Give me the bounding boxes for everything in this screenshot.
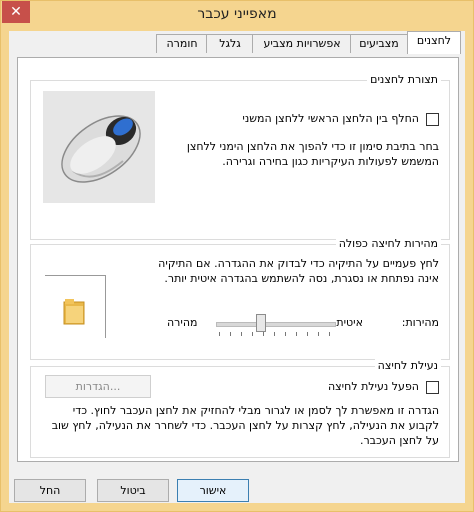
switch-buttons-label: החלף בין הלחצן הראשי ללחצן המשני [242, 112, 419, 125]
slider-tick [252, 332, 253, 336]
apply-button[interactable]: החל [14, 479, 86, 502]
buttons-tab-pane: תצורת לחצנים החלף בין הלחצן הראשי ללחצן … [17, 57, 459, 462]
group-title-clicklock: נעילת לחיצה [374, 359, 441, 372]
slider-tick [296, 332, 297, 336]
window-title: מאפייני עכבר [197, 6, 277, 22]
slider-tick [241, 332, 242, 336]
double-click-speed-slider[interactable] [216, 322, 336, 327]
tab-buttons[interactable]: לחצנים [407, 31, 461, 54]
cancel-button[interactable]: ביטול [97, 479, 169, 502]
slow-label: איטית [336, 316, 363, 329]
tab-hardware[interactable]: חומרה [156, 34, 208, 53]
double-click-description: לחץ פעמיים על התיקיה כדי לבדוק את ההגדרה… [158, 257, 439, 285]
double-click-speed-group: מהירות לחיצה כפולה לחץ פעמיים על התיקיה … [30, 237, 450, 360]
dialog-client: חומרה גלגל אפשרויות מצביע מצביעים לחצנים… [9, 31, 465, 503]
ok-button[interactable]: אישור [177, 479, 249, 502]
title-bar: ✕ מאפייני עכבר [1, 1, 473, 31]
mouse-icon [61, 115, 141, 183]
speed-label: מהירות: [401, 316, 439, 329]
clicklock-settings-button[interactable]: הגדרות... [45, 375, 151, 398]
slider-tick [219, 332, 220, 336]
slider-tick [274, 332, 275, 336]
slider-tick [263, 332, 264, 336]
slider-tick [230, 332, 231, 336]
slider-tick [329, 332, 330, 336]
slider-tick [307, 332, 308, 336]
tab-wheel[interactable]: גלגל [206, 34, 254, 53]
button-configuration-group: תצורת לחצנים החלף בין הלחצן הראשי ללחצן … [30, 73, 450, 240]
clicklock-checkbox[interactable] [426, 381, 439, 394]
slider-thumb[interactable] [256, 314, 266, 332]
mouse-properties-window: ✕ מאפייני עכבר חומרה גלגל אפשרויות מצביע… [0, 0, 474, 512]
switch-buttons-checkbox[interactable] [426, 113, 439, 126]
group-title-button-configuration: תצורת לחצנים [367, 73, 441, 86]
fast-label: מהירה [167, 316, 198, 329]
clicklock-group: נעילת לחיצה הפעל נעילת לחיצה הגדרות... ה… [30, 359, 450, 458]
button-configuration-description: בחר בתיבת סימון זו כדי להפוך את הלחצן הי… [186, 140, 439, 168]
slider-tick [318, 332, 319, 336]
group-title-double-click-speed: מהירות לחיצה כפולה [335, 237, 441, 250]
clicklock-description: הגדרה זו מאפשרת לך לסמן או לגרור מבלי לה… [51, 404, 439, 447]
folder-icon [63, 299, 85, 325]
tab-pointers[interactable]: מצביעים [350, 34, 408, 53]
tab-pointer-options[interactable]: אפשרויות מצביע [252, 34, 352, 53]
test-folder-area[interactable] [45, 275, 106, 338]
slider-tick [285, 332, 286, 336]
mouse-image [43, 91, 155, 203]
clicklock-label: הפעל נעילת לחיצה [327, 380, 419, 393]
